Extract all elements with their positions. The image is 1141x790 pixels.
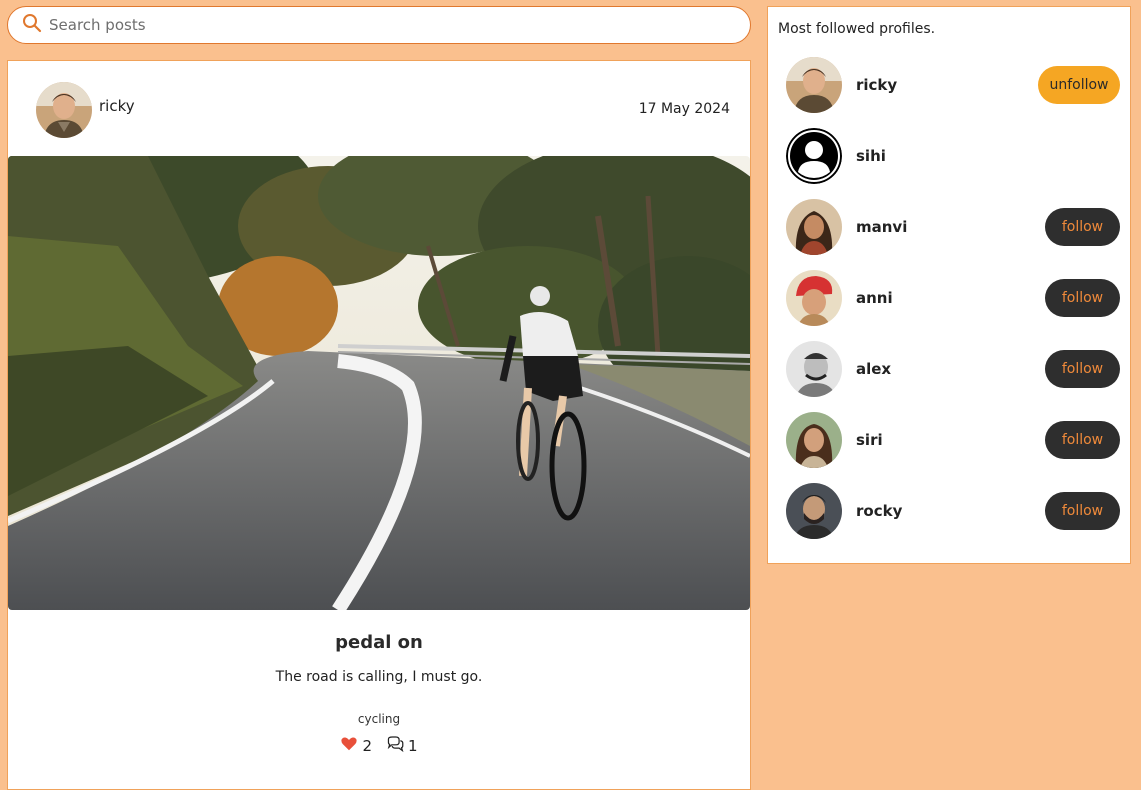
profile-name[interactable]: ricky xyxy=(856,76,897,94)
search-icon xyxy=(22,13,49,37)
unfollow-button[interactable]: unfollow xyxy=(1038,66,1120,104)
avatar[interactable] xyxy=(786,270,842,326)
follow-button[interactable]: follow xyxy=(1045,279,1120,317)
profile-row: siri follow xyxy=(786,412,1120,468)
most-followed-sidebar: Most followed profiles. ricky unfollow s… xyxy=(767,6,1131,564)
search-bar[interactable] xyxy=(7,6,751,44)
heart-icon[interactable] xyxy=(340,735,358,757)
post-stats: 2 1 xyxy=(8,735,750,757)
profile-name[interactable]: rocky xyxy=(856,502,902,520)
post-body: The road is calling, I must go. xyxy=(275,669,483,685)
avatar[interactable] xyxy=(786,412,842,468)
post-header: ricky xyxy=(36,82,135,138)
avatar[interactable] xyxy=(786,483,842,539)
search-input[interactable] xyxy=(49,16,709,34)
default-user-icon[interactable] xyxy=(786,128,842,184)
profile-row: ricky unfollow xyxy=(786,57,1120,113)
follow-button[interactable]: follow xyxy=(1045,492,1120,530)
comment-count: 1 xyxy=(408,737,418,755)
post-author-avatar[interactable] xyxy=(36,82,92,138)
post-image xyxy=(8,156,750,610)
post-card: ricky 17 May 2024 pedal on The road is c… xyxy=(7,60,751,790)
profile-name[interactable]: anni xyxy=(856,289,893,307)
post-author-name[interactable]: ricky xyxy=(99,97,135,115)
profile-row: manvi follow xyxy=(786,199,1120,255)
comments-icon[interactable] xyxy=(386,735,404,757)
follow-button[interactable]: follow xyxy=(1045,208,1120,246)
profile-name[interactable]: siri xyxy=(856,431,883,449)
post-title: pedal on xyxy=(335,632,423,653)
post-date: 17 May 2024 xyxy=(638,101,730,117)
profile-name[interactable]: alex xyxy=(856,360,891,378)
profile-row: anni follow xyxy=(786,270,1120,326)
sidebar-title: Most followed profiles. xyxy=(778,21,936,37)
avatar[interactable] xyxy=(786,341,842,397)
follow-button[interactable]: follow xyxy=(1045,421,1120,459)
avatar[interactable] xyxy=(786,199,842,255)
follow-button[interactable]: follow xyxy=(1045,350,1120,388)
profile-row: sihi xyxy=(786,128,1120,184)
profile-row: alex follow xyxy=(786,341,1120,397)
avatar[interactable] xyxy=(786,57,842,113)
post-tag[interactable]: cycling xyxy=(8,712,750,726)
like-count: 2 xyxy=(362,737,372,755)
profile-row: rocky follow xyxy=(786,483,1120,539)
profile-name[interactable]: sihi xyxy=(856,147,886,165)
profile-name[interactable]: manvi xyxy=(856,218,907,236)
